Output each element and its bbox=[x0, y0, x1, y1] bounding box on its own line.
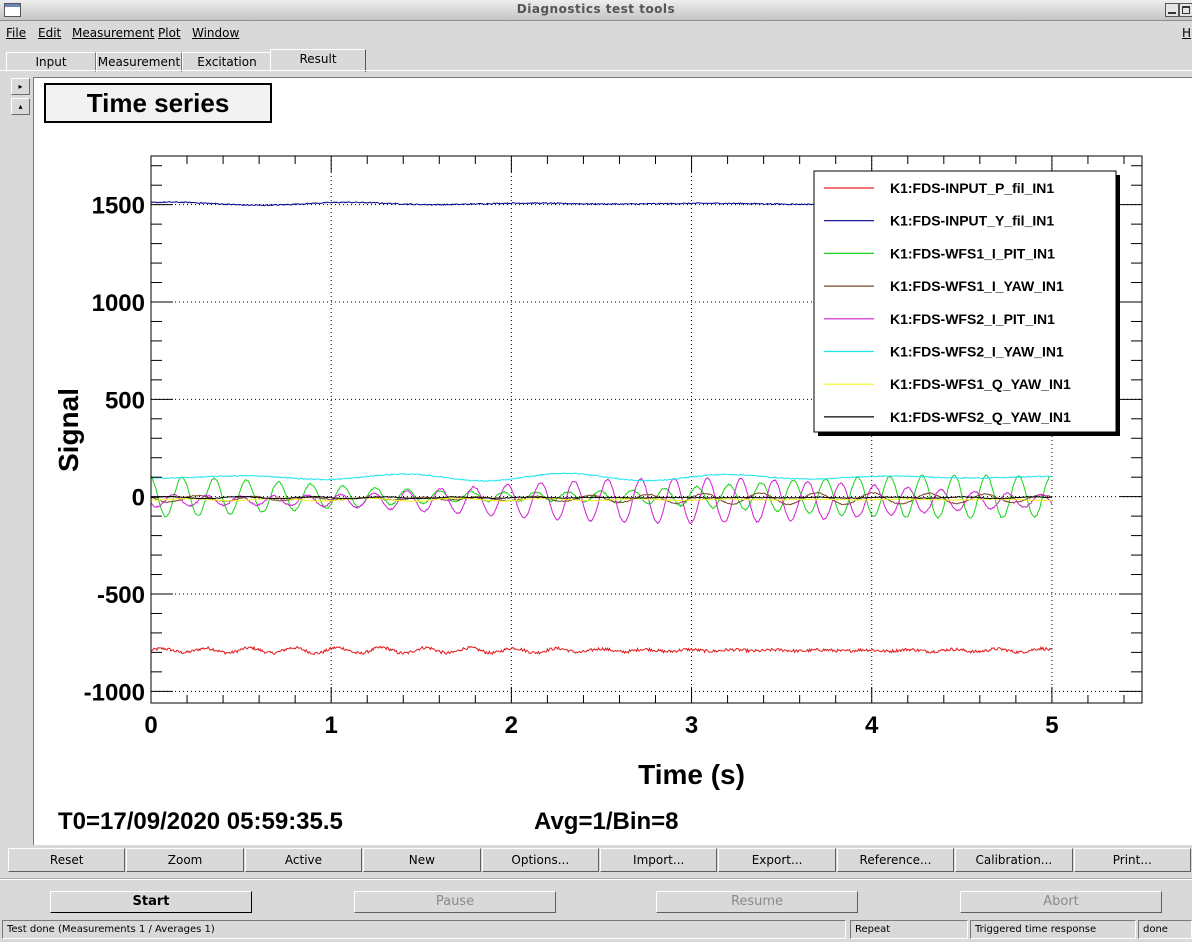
reference-button[interactable]: Reference... bbox=[836, 848, 955, 872]
import-button[interactable]: Import... bbox=[600, 848, 718, 872]
start-button[interactable]: Start bbox=[50, 891, 252, 913]
x-tick-label: 3 bbox=[685, 712, 698, 739]
pause-button[interactable]: Pause bbox=[354, 891, 556, 913]
active-button[interactable]: Active bbox=[244, 848, 363, 872]
status-bar: Test done (Measurements 1 / Averages 1) … bbox=[0, 918, 1192, 942]
legend-entry: K1:FDS-WFS2_I_PIT_IN1 bbox=[890, 311, 1055, 327]
status-mode: Repeat bbox=[850, 920, 968, 939]
y-tick-labels: -1000 -500 0 500 1000 1500 bbox=[84, 193, 145, 707]
y-tick-label: 1000 bbox=[92, 290, 145, 317]
legend-entry: K1:FDS-INPUT_Y_fil_IN1 bbox=[890, 213, 1054, 229]
x-tick-label: 2 bbox=[505, 712, 518, 739]
calibration-button[interactable]: Calibration... bbox=[955, 848, 1073, 872]
y-tick-label: 500 bbox=[105, 387, 145, 414]
legend-entry: K1:FDS-INPUT_P_fil_IN1 bbox=[890, 180, 1054, 196]
y-axis-label: Signal bbox=[53, 388, 84, 472]
avg-bin-readout: Avg=1/Bin=8 bbox=[534, 808, 679, 835]
plot-button-bar: Reset Zoom Active New Options... Import... Exp… bbox=[8, 848, 1192, 872]
options-button[interactable]: Options... bbox=[481, 848, 599, 872]
legend-entry: K1:FDS-WFS2_I_YAW_IN1 bbox=[890, 344, 1064, 360]
time-series-chart[interactable]: -1000 -500 0 500 1000 1500 0 1 2 3 4 5 Time (s) Si… bbox=[0, 0, 1192, 942]
legend-entry: K1:FDS-WFS1_I_PIT_IN1 bbox=[890, 245, 1055, 261]
chart-legend: K1:FDS-INPUT_P_fil_IN1 K1:FDS-INPUT_Y_fil… bbox=[813, 170, 1120, 436]
x-tick-label: 1 bbox=[325, 712, 338, 739]
t0-readout: T0=17/09/2020 05:59:35.5 bbox=[58, 808, 343, 835]
y-tick-label: 0 bbox=[132, 485, 145, 512]
y-tick-label: 1500 bbox=[92, 193, 145, 220]
status-message: Test done (Measurements 1 / Averages 1) bbox=[2, 920, 846, 939]
x-tick-label: 5 bbox=[1045, 712, 1058, 739]
export-button[interactable]: Export... bbox=[718, 848, 836, 872]
print-button[interactable]: Print... bbox=[1073, 848, 1191, 872]
x-tick-label: 0 bbox=[144, 712, 157, 739]
legend-entry: K1:FDS-WFS1_Q_YAW_IN1 bbox=[890, 376, 1071, 392]
y-tick-label: -500 bbox=[97, 582, 145, 609]
resume-button[interactable]: Resume bbox=[656, 891, 858, 913]
status-state: done bbox=[1138, 920, 1192, 939]
series-line bbox=[150, 645, 1053, 656]
legend-box bbox=[813, 170, 1117, 433]
abort-button[interactable]: Abort bbox=[960, 891, 1162, 913]
x-tick-label: 4 bbox=[865, 712, 879, 739]
legend-entry: K1:FDS-WFS2_Q_YAW_IN1 bbox=[890, 409, 1071, 425]
series-line bbox=[151, 472, 1053, 482]
x-axis-label: Time (s) bbox=[638, 759, 745, 790]
status-type: Triggered time response bbox=[970, 920, 1136, 939]
legend-entry: K1:FDS-WFS1_I_YAW_IN1 bbox=[890, 278, 1064, 294]
reset-button[interactable]: Reset bbox=[8, 848, 126, 872]
control-bar: Start Pause Resume Abort bbox=[0, 878, 1192, 920]
zoom-button[interactable]: Zoom bbox=[126, 848, 244, 872]
x-tick-labels: 0 1 2 3 4 5 bbox=[144, 712, 1058, 739]
y-tick-label: -1000 bbox=[84, 679, 145, 706]
new-button[interactable]: New bbox=[363, 848, 481, 872]
